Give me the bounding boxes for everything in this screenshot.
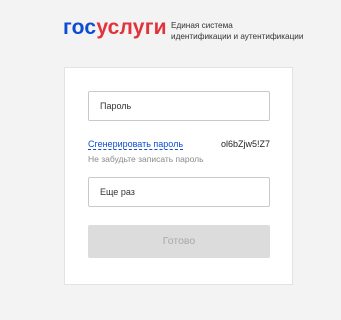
submit-button[interactable]: Готово	[88, 225, 270, 258]
tagline-line-1: Единая система	[171, 21, 233, 30]
system-tagline: Единая система идентификации и аутентифи…	[171, 20, 331, 42]
password-card: Пароль Сгенерировать пароль ol6bZjw5!Z7 …	[64, 67, 293, 285]
repeat-password-input[interactable]: Еще раз	[88, 177, 270, 207]
header: госуслуги Единая система идентификации и…	[63, 16, 333, 46]
logo-part-gos: гос	[63, 16, 97, 39]
generated-password-value: ol6bZjw5!Z7	[220, 139, 270, 149]
generate-password-row: Сгенерировать пароль ol6bZjw5!Z7	[88, 139, 270, 151]
gosuslugi-logo[interactable]: госуслуги	[63, 16, 167, 40]
password-input[interactable]: Пароль	[88, 91, 270, 121]
remember-password-hint: Не забудьте записать пароль	[88, 154, 204, 164]
logo-part-uslugi: услуги	[96, 16, 167, 39]
generate-password-link[interactable]: Сгенерировать пароль	[88, 139, 184, 150]
page: госуслуги Единая система идентификации и…	[0, 0, 341, 320]
tagline-line-2: идентификации и аутентификации	[171, 32, 304, 41]
